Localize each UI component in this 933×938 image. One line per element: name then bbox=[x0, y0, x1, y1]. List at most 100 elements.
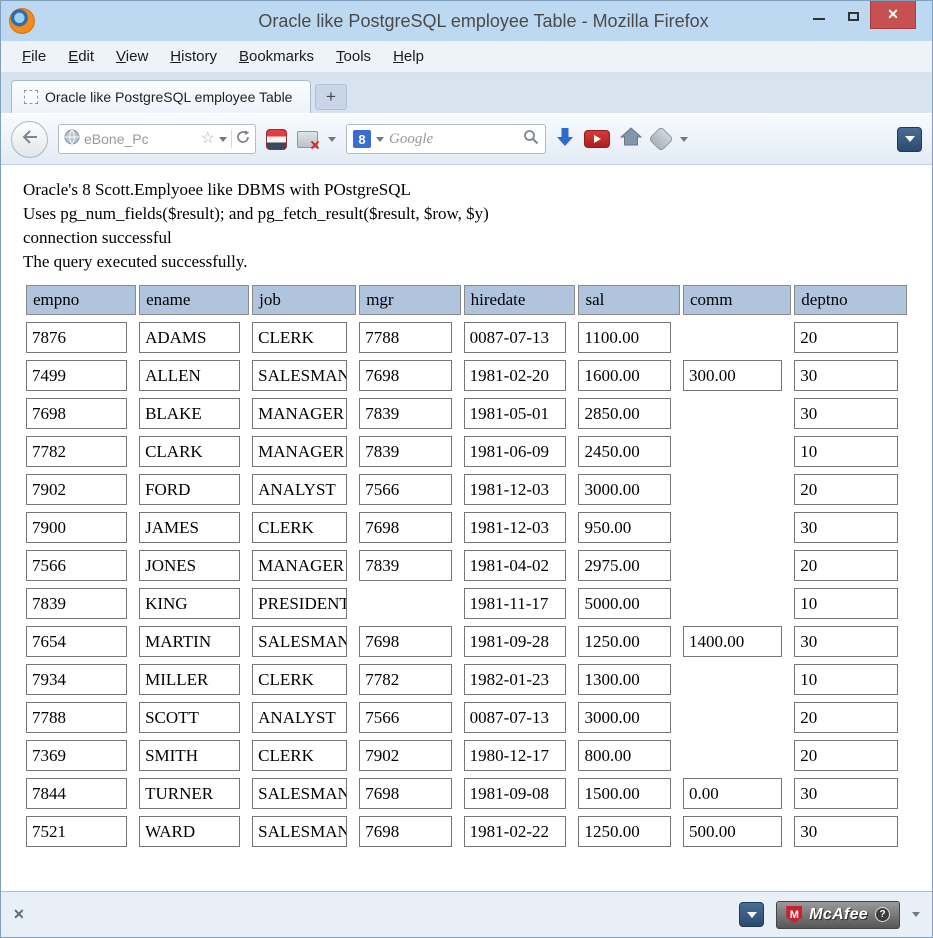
video-downloader-icon[interactable] bbox=[266, 129, 287, 150]
page-heading-line: Oracle's 8 Scott.Emplyoee like DBMS with… bbox=[23, 178, 910, 202]
mcafee-dropdown-icon[interactable] bbox=[912, 912, 920, 917]
bookmark-star-icon[interactable]: ☆ bbox=[201, 131, 215, 147]
new-tab-button[interactable]: + bbox=[315, 84, 347, 110]
youtube-button[interactable] bbox=[584, 130, 610, 148]
table-cell: JONES bbox=[139, 550, 240, 581]
table-cell: SALESMAN bbox=[252, 360, 347, 391]
table-cell: 7566 bbox=[359, 474, 451, 505]
table-cell: 1981-09-28 bbox=[464, 626, 567, 657]
table-cell bbox=[683, 322, 782, 353]
table-cell: SALESMAN bbox=[252, 778, 347, 809]
table-cell: 7698 bbox=[26, 398, 127, 429]
menu-bookmarks[interactable]: Bookmarks bbox=[228, 43, 325, 70]
window-controls: ✕ bbox=[802, 1, 916, 31]
table-cell: SALESMAN bbox=[252, 816, 347, 847]
arrow-left-icon bbox=[22, 130, 38, 149]
table-cell: 7698 bbox=[359, 816, 451, 847]
search-icon[interactable] bbox=[523, 129, 539, 150]
extension-button[interactable] bbox=[652, 130, 670, 148]
table-cell: 7782 bbox=[359, 664, 451, 695]
table-cell: 3000.00 bbox=[578, 474, 670, 505]
table-cell: 20 bbox=[794, 702, 898, 733]
firefox-logo-icon[interactable] bbox=[9, 8, 35, 34]
table-cell: 7839 bbox=[359, 398, 451, 429]
menu-file[interactable]: File bbox=[11, 43, 57, 70]
column-header-empno: empno bbox=[26, 285, 136, 315]
table-cell: 30 bbox=[794, 360, 898, 391]
table-cell: 1981-02-20 bbox=[464, 360, 567, 391]
table-cell: 1981-12-03 bbox=[464, 474, 567, 505]
column-header-job: job bbox=[252, 285, 356, 315]
table-cell: 1981-06-09 bbox=[464, 436, 567, 467]
url-input[interactable] bbox=[84, 131, 197, 147]
table-cell bbox=[683, 702, 782, 733]
column-header-sal: sal bbox=[578, 285, 679, 315]
mcafee-siteadvisor-button[interactable]: M McAfee ? bbox=[776, 901, 900, 929]
menu-help[interactable]: Help bbox=[382, 43, 435, 70]
employee-row: 7499ALLENSALESMAN76981981-02-201600.0030… bbox=[26, 359, 907, 391]
panel-toggle-button[interactable] bbox=[897, 127, 922, 152]
table-cell bbox=[683, 512, 782, 543]
menu-edit[interactable]: Edit bbox=[57, 43, 105, 70]
red-x-icon bbox=[309, 139, 321, 151]
table-cell: 30 bbox=[794, 398, 898, 429]
table-cell: 7844 bbox=[26, 778, 127, 809]
url-bar[interactable]: ☆ bbox=[58, 124, 256, 154]
table-cell: 0.00 bbox=[683, 778, 782, 809]
menu-tools[interactable]: Tools bbox=[325, 43, 382, 70]
table-cell: ADAMS bbox=[139, 322, 240, 353]
table-cell: 7698 bbox=[359, 360, 451, 391]
firefox-window: Oracle like PostgreSQL employee Table - … bbox=[0, 0, 933, 938]
url-dropdown-icon[interactable] bbox=[219, 137, 227, 142]
column-header-mgr: mgr bbox=[359, 285, 460, 315]
engine-dropdown-icon[interactable] bbox=[376, 137, 384, 142]
table-cell: 7900 bbox=[26, 512, 127, 543]
table-body: 7876ADAMSCLERK77880087-07-131100.0020749… bbox=[26, 321, 907, 847]
youtube-icon bbox=[584, 130, 610, 148]
back-button[interactable] bbox=[11, 121, 48, 158]
mcafee-help-icon[interactable]: ? bbox=[875, 907, 890, 922]
findbar-close-button[interactable]: ✕ bbox=[13, 906, 25, 923]
table-cell: 1981-04-02 bbox=[464, 550, 567, 581]
print-block-addon[interactable] bbox=[297, 131, 318, 148]
extension-dropdown-icon[interactable] bbox=[680, 137, 688, 142]
reload-icon[interactable] bbox=[236, 130, 250, 149]
table-cell: 2850.00 bbox=[578, 398, 670, 429]
table-cell: ANALYST bbox=[252, 474, 347, 505]
addon-dropdown-icon[interactable] bbox=[328, 137, 336, 142]
table-cell: 1981-11-17 bbox=[464, 588, 567, 619]
close-button[interactable]: ✕ bbox=[870, 1, 916, 29]
table-cell: 0087-07-13 bbox=[464, 702, 567, 733]
table-cell: 7566 bbox=[359, 702, 451, 733]
table-cell: 2975.00 bbox=[578, 550, 670, 581]
table-cell: 7839 bbox=[359, 550, 451, 581]
table-cell: 1980-12-17 bbox=[464, 740, 567, 771]
table-cell: SMITH bbox=[139, 740, 240, 771]
menu-history[interactable]: History bbox=[159, 43, 228, 70]
search-input[interactable] bbox=[389, 131, 518, 148]
table-cell: 7566 bbox=[26, 550, 127, 581]
active-tab[interactable]: Oracle like PostgreSQL employee Table bbox=[11, 80, 311, 113]
table-cell: 1981-12-03 bbox=[464, 512, 567, 543]
status-bar: ✕ M McAfee ? bbox=[1, 891, 932, 937]
table-cell: 1100.00 bbox=[578, 322, 670, 353]
status-panel-button[interactable] bbox=[739, 902, 764, 927]
column-header-hiredate: hiredate bbox=[464, 285, 576, 315]
table-cell: WARD bbox=[139, 816, 240, 847]
menu-bar: File Edit View History Bookmarks Tools H… bbox=[1, 41, 932, 73]
table-cell: 1981-09-08 bbox=[464, 778, 567, 809]
employee-row: 7844TURNERSALESMAN76981981-09-081500.000… bbox=[26, 777, 907, 809]
maximize-button[interactable] bbox=[836, 1, 870, 29]
table-cell: ANALYST bbox=[252, 702, 347, 733]
home-button[interactable] bbox=[620, 127, 642, 151]
table-cell: PRESIDENT bbox=[252, 588, 347, 619]
table-cell: 10 bbox=[794, 664, 898, 695]
search-box[interactable]: 8 bbox=[346, 124, 546, 154]
globe-icon bbox=[64, 129, 80, 150]
tab-bar: Oracle like PostgreSQL employee Table + bbox=[1, 73, 932, 113]
downloads-button[interactable] bbox=[556, 127, 574, 152]
search-engine-icon[interactable]: 8 bbox=[353, 130, 371, 148]
minimize-button[interactable] bbox=[802, 1, 836, 29]
table-cell: 950.00 bbox=[578, 512, 670, 543]
menu-view[interactable]: View bbox=[105, 43, 159, 70]
